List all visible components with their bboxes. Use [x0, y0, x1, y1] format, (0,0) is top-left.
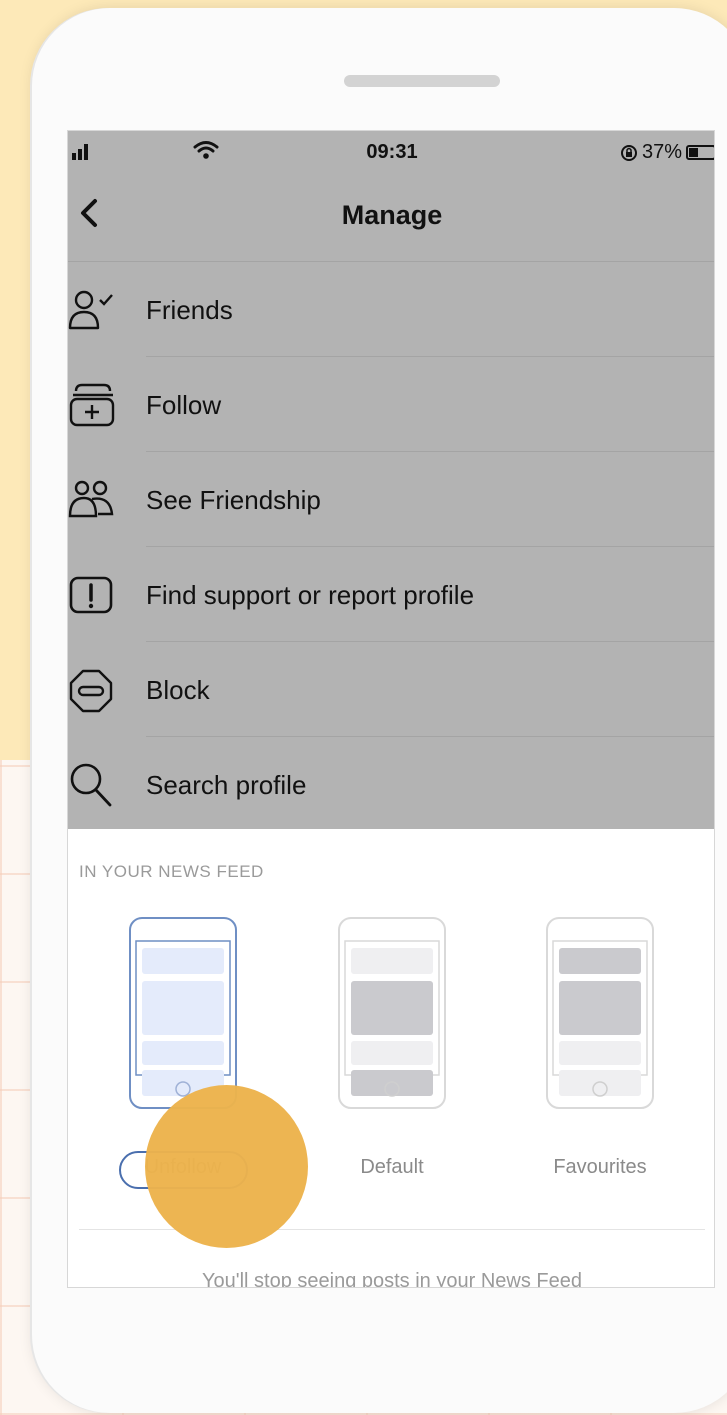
tap-indicator — [145, 1085, 308, 1248]
menu-item-report[interactable]: Find support or report profile — [68, 547, 714, 642]
phone-speaker — [344, 75, 500, 87]
status-time: 09:31 — [366, 141, 418, 163]
menu-item-label: Find support or report profile — [146, 580, 475, 610]
see-friendship-icon — [68, 476, 118, 526]
default-label[interactable]: Default — [302, 1156, 482, 1179]
nav-bar: Manage — [68, 175, 714, 262]
search-icon — [68, 761, 118, 811]
favourites-option[interactable] — [546, 917, 654, 1109]
default-option[interactable] — [338, 917, 446, 1109]
section-divider — [79, 1229, 705, 1230]
feed-description: You'll stop seeing posts in your News Fe… — [202, 1270, 582, 1288]
menu-item-friends[interactable]: Friends — [68, 262, 714, 357]
menu-item-block[interactable]: Block — [68, 642, 714, 737]
dimmed-menu-area: 09:31 37% Manage Friends Follow See Frie… — [68, 131, 714, 832]
menu-item-search-profile[interactable]: Search profile — [68, 737, 714, 832]
friends-icon — [68, 286, 118, 336]
menu-item-label: Search profile — [146, 770, 307, 800]
unfollow-option[interactable] — [129, 917, 237, 1109]
menu-item-follow[interactable]: Follow — [68, 357, 714, 452]
follow-icon — [68, 381, 118, 431]
report-icon — [68, 571, 118, 621]
page-title: Manage — [341, 200, 443, 230]
block-icon — [68, 666, 118, 716]
menu-item-label: Block — [146, 675, 210, 705]
menu-item-label: Friends — [146, 295, 233, 325]
status-bar: 09:31 37% — [68, 131, 714, 171]
section-title: IN YOUR NEWS FEED — [79, 862, 264, 881]
favourites-label[interactable]: Favourites — [510, 1156, 690, 1179]
battery-indicator: 37% — [620, 141, 714, 164]
menu-item-label: See Friendship — [146, 485, 321, 515]
battery-icon — [686, 145, 714, 160]
rotation-lock-icon — [620, 144, 637, 161]
menu-item-see-friendship[interactable]: See Friendship — [68, 452, 714, 547]
menu-item-label: Follow — [146, 390, 222, 420]
battery-percent: 37% — [641, 141, 682, 163]
